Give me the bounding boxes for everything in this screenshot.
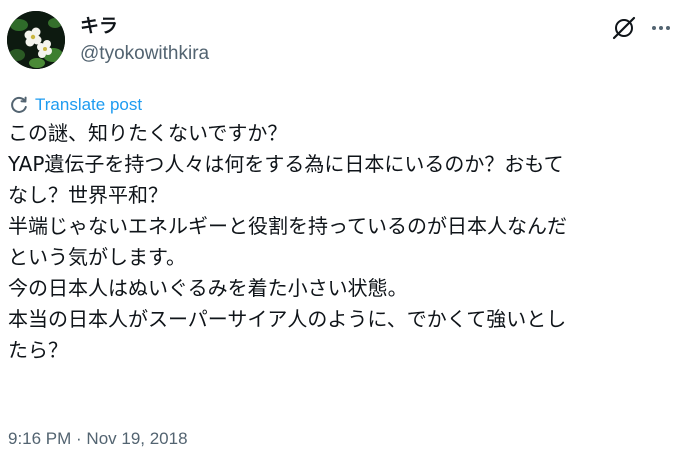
post-text-line: 本当の日本人がスーパーサイア人のように、でかくて強いとし	[8, 307, 567, 331]
post-text-line: この謎、知りたくないですか？	[8, 121, 288, 145]
avatar[interactable]	[7, 11, 65, 69]
grok-icon	[612, 16, 636, 40]
post-text-line: という気がします。	[8, 245, 186, 269]
tweet: キラ @tyokowithkira Translate post この謎、知りた…	[0, 0, 682, 457]
translate-post-link[interactable]: Translate post	[8, 94, 142, 116]
more-icon	[652, 26, 670, 30]
translate-icon	[8, 94, 30, 116]
user-handle[interactable]: @tyokowithkira	[80, 42, 209, 66]
post-text-line: 今の日本人はぬいぐるみを着た小さい状態。	[8, 276, 408, 300]
translate-post-label: Translate post	[35, 95, 143, 114]
post-timestamp[interactable]: 9:16 PM · Nov 19, 2018	[8, 427, 188, 451]
post-text-line: 半端じゃないエネルギーと役割を持っているのが日本人なんだ	[8, 214, 567, 238]
more-button[interactable]	[646, 13, 676, 43]
post-text-line: たら？	[8, 338, 68, 362]
display-name[interactable]: キラ	[80, 14, 118, 38]
post-text: この謎、知りたくないですか？ YAP遺伝子を持つ人々は何をする為に日本にいるのか…	[8, 118, 676, 366]
avatar-flowers-icon	[7, 11, 65, 69]
grok-button[interactable]	[609, 13, 639, 43]
post-text-line: YAP遺伝子を持つ人々は何をする為に日本にいるのか？おもて	[8, 152, 564, 176]
post-text-line: なし？世界平和？	[8, 183, 168, 207]
